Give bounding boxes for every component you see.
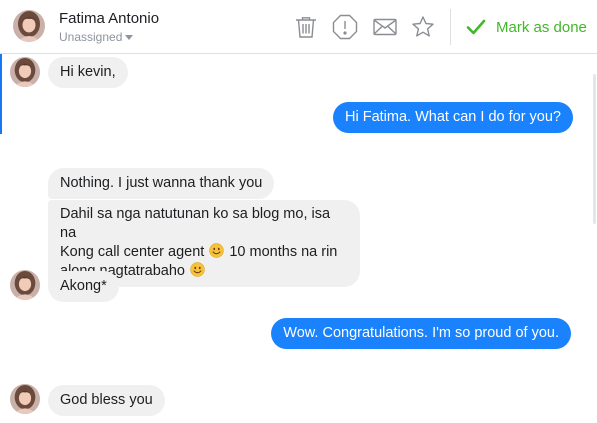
message-thread[interactable]: Hi kevin, Hi Fatima. What can I do for y… <box>0 54 597 423</box>
mark-as-done-button[interactable]: Mark as done <box>466 15 587 39</box>
smiling-face-emoji-icon <box>190 262 205 277</box>
trash-icon[interactable] <box>293 14 319 40</box>
outgoing-message[interactable]: Wow. Congratulations. I'm so proud of yo… <box>271 318 571 349</box>
message-line: Kong call center agent <box>60 244 205 260</box>
envelope-icon[interactable] <box>372 14 398 40</box>
incoming-message[interactable]: Akong* <box>48 271 119 302</box>
sender-avatar <box>10 57 40 87</box>
checkmark-icon <box>466 19 486 35</box>
message-line: 10 months na rin <box>229 244 338 260</box>
selection-indicator <box>0 54 2 134</box>
star-icon[interactable] <box>410 14 436 40</box>
mark-as-done-label: Mark as done <box>496 18 587 36</box>
incoming-message[interactable]: Hi kevin, <box>48 57 128 88</box>
contact-avatar[interactable] <box>13 10 45 42</box>
incoming-message[interactable]: God bless you <box>48 385 165 416</box>
caret-down-icon <box>125 35 134 40</box>
sender-avatar <box>10 384 40 414</box>
incoming-message[interactable]: Nothing. I just wanna thank you <box>48 168 275 199</box>
smiling-face-emoji-icon <box>209 243 225 258</box>
header-divider <box>450 9 451 45</box>
assignee-label: Unassigned <box>59 30 123 44</box>
scrollbar[interactable] <box>591 54 597 423</box>
assignee-dropdown[interactable]: Unassigned <box>59 30 134 44</box>
contact-name[interactable]: Fatima Antonio <box>59 10 159 27</box>
outgoing-message[interactable]: Hi Fatima. What can I do for you? <box>333 102 573 133</box>
message-line: Dahil sa nga natutunan ko sa blog mo, is… <box>60 206 331 241</box>
scrollbar-thumb[interactable] <box>593 74 596 224</box>
conversation-header: Fatima Antonio Unassigned Mark as done <box>0 0 597 54</box>
alert-icon[interactable] <box>332 14 358 40</box>
sender-avatar <box>10 270 40 300</box>
